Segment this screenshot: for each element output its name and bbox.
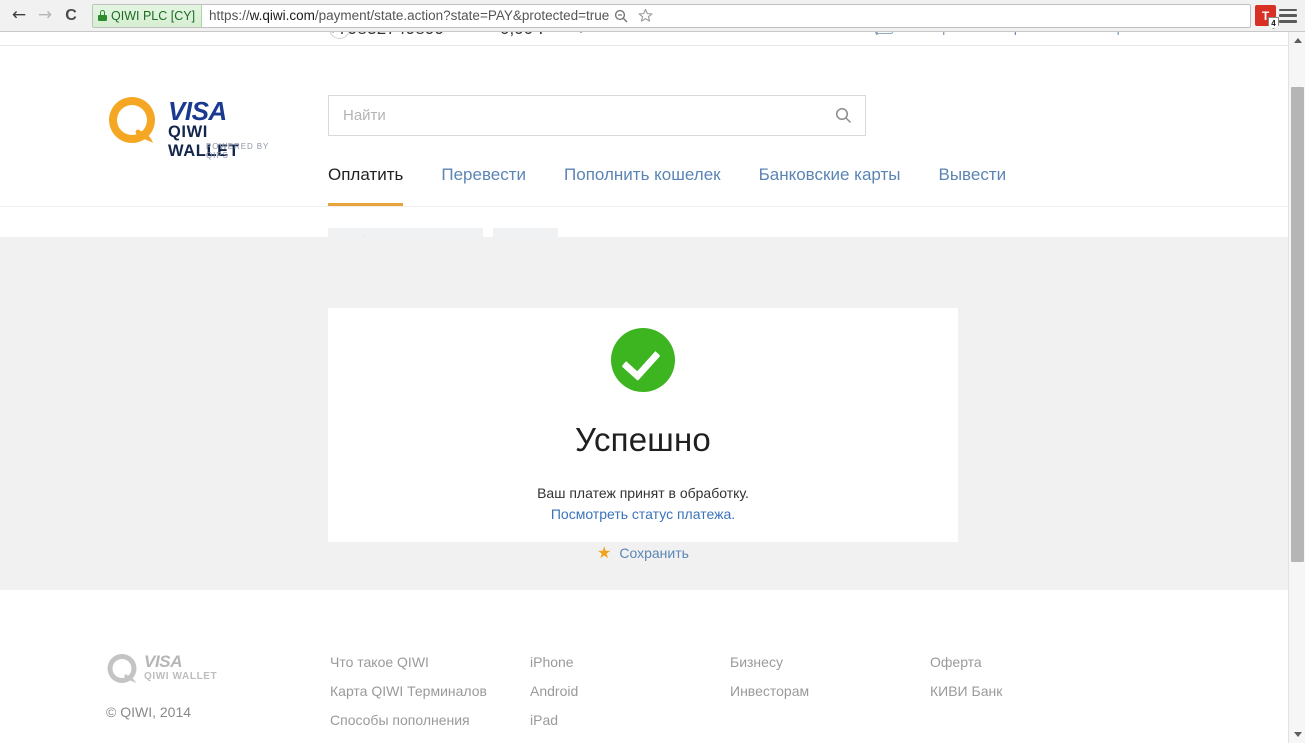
footer-logo-visa-text: VISA <box>144 652 183 671</box>
tab-withdraw[interactable]: Вывести <box>938 165 1006 207</box>
footer-link-business[interactable]: Бизнесу <box>730 654 809 670</box>
tab-pay[interactable]: Оплатить <box>328 165 404 207</box>
forward-button[interactable]: → <box>32 3 58 29</box>
footer-link-topup-methods[interactable]: Способы пополнения <box>330 712 487 728</box>
success-card: Успешно Ваш платеж принят в обработку. П… <box>328 308 958 561</box>
qiwi-q-icon <box>109 97 155 143</box>
utility-link-help[interactable]: Помощь <box>1074 32 1126 35</box>
reload-button[interactable]: C <box>58 3 84 29</box>
utility-link-promotions[interactable]: Акции <box>922 32 960 35</box>
bookmark-star-icon[interactable] <box>633 5 657 27</box>
qiwi-visa-wallet-logo[interactable]: VISA QIWI WALLET POWERED BY QIPS <box>106 90 271 160</box>
scrollbar-thumb[interactable] <box>1291 87 1304 562</box>
logo-powered-text: POWERED BY QIPS <box>206 142 270 160</box>
footer-logo[interactable]: VISA QIWI WALLET <box>106 650 246 690</box>
tab-bank-cards[interactable]: Банковские карты <box>759 165 901 207</box>
url-path: /payment/state.action?state=PAY&protecte… <box>314 8 610 23</box>
utility-links: История Акции Настройки Помощь Выйти <box>846 32 1190 35</box>
tab-topup-wallet[interactable]: Пополнить кошелек <box>564 165 721 207</box>
scroll-up-arrow-icon[interactable] <box>1289 32 1305 49</box>
chevron-down-icon[interactable] <box>576 32 586 33</box>
toolbar-right-group: T 4 <box>1255 5 1305 29</box>
copyright: © QIWI, 2014 <box>106 704 192 720</box>
green-checkmark-icon <box>611 328 675 392</box>
footer-link-what-is-qiwi[interactable]: Что такое QIWI <box>330 654 487 670</box>
account-phone[interactable]: +79832749899 <box>328 32 444 39</box>
ev-certificate-label: QIWI PLC [CY] <box>111 8 196 23</box>
save-row[interactable]: ★ Сохранить <box>328 543 958 562</box>
footer-link-investors[interactable]: Инвесторам <box>730 683 809 699</box>
search-icon <box>835 107 851 124</box>
search-input[interactable] <box>329 96 821 135</box>
payment-status-link[interactable]: Посмотреть статус платежа. <box>551 506 735 522</box>
star-filled-icon: ★ <box>597 543 612 562</box>
footer-column-business: Бизнесу Инвесторам <box>730 654 809 699</box>
footer-qiwi-q-icon <box>107 654 137 683</box>
utility-bar: +79832749899 0,00 ₽ История Акции Настро… <box>0 32 1288 46</box>
extension-badge: 4 <box>1268 17 1279 29</box>
footer-link-terminal-map[interactable]: Карта QIWI Терминалов <box>330 683 487 699</box>
footer-link-ipad[interactable]: iPad <box>530 712 655 728</box>
footer-link-android[interactable]: Android <box>530 683 655 699</box>
extension-icon[interactable]: T 4 <box>1255 5 1279 29</box>
search-button[interactable] <box>821 96 865 135</box>
utility-link-history[interactable]: История <box>846 32 898 35</box>
hamburger-menu-icon[interactable] <box>1278 8 1298 24</box>
main-tabs: Оплатить Перевести Пополнить кошелек Бан… <box>328 165 1044 207</box>
address-bar[interactable]: QIWI PLC [CY] https://w.qiwi.com/payment… <box>92 3 1251 28</box>
zoom-search-icon[interactable] <box>609 5 633 27</box>
url-host: w.qiwi.com <box>249 8 315 23</box>
footer-column-about: Что такое QIWI Карта QIWI Терминалов Спо… <box>330 654 487 743</box>
url-scheme: https:// <box>209 8 250 23</box>
browser-toolbar: ← → C QIWI PLC [CY] https://w.qiwi.com/p… <box>0 0 1305 32</box>
account-balance: 0,00 ₽ <box>500 32 549 39</box>
page-viewport: +79832749899 0,00 ₽ История Акции Настро… <box>0 32 1288 743</box>
url-text: https://w.qiwi.com/payment/state.action?… <box>202 8 609 23</box>
utility-link-logout[interactable]: Выйти <box>1150 32 1190 35</box>
footer-column-platforms: iPhone Android iPad Windows Phone Другие… <box>530 654 655 743</box>
footer-link-iphone[interactable]: iPhone <box>530 654 655 670</box>
page-title: Успешно <box>575 421 711 458</box>
tabs-divider <box>0 206 1288 207</box>
tab-transfer[interactable]: Перевести <box>441 165 526 207</box>
footer-logo-wallet-text: QIWI WALLET <box>144 671 218 682</box>
footer-link-offer[interactable]: Оферта <box>930 654 1002 670</box>
lock-icon <box>98 10 107 21</box>
utility-link-settings[interactable]: Настройки <box>984 32 1050 35</box>
search-box[interactable] <box>328 95 866 136</box>
footer: VISA QIWI WALLET © QIWI, 2014 Что такое … <box>0 590 1288 743</box>
footer-column-legal: Оферта КИВИ Банк <box>930 654 1002 699</box>
success-message: Ваш платеж принят в обработку. <box>537 485 749 501</box>
back-button[interactable]: ← <box>6 3 32 29</box>
scroll-down-arrow-icon[interactable] <box>1289 726 1305 743</box>
vertical-scrollbar[interactable] <box>1288 32 1305 743</box>
ev-certificate-badge[interactable]: QIWI PLC [CY] <box>93 4 203 27</box>
save-button[interactable]: Сохранить <box>619 545 689 561</box>
footer-link-qiwi-bank[interactable]: КИВИ Банк <box>930 683 1002 699</box>
